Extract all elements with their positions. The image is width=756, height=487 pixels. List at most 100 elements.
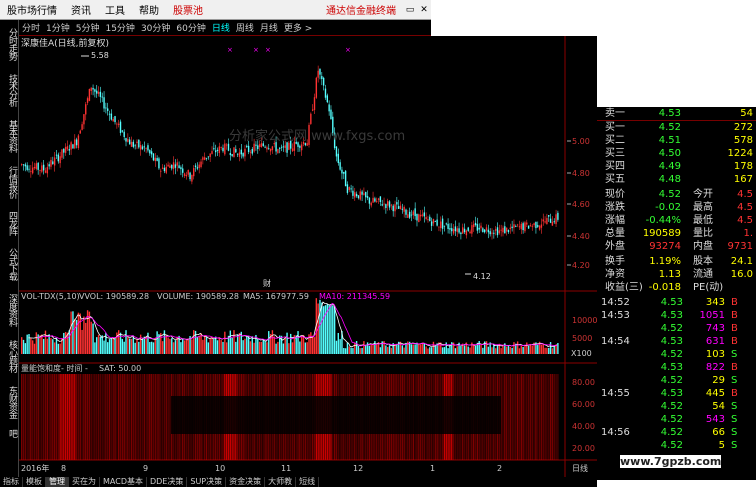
candle-body (213, 148, 215, 150)
volume-bar (542, 343, 544, 354)
candle-body (42, 164, 45, 171)
candle-body (480, 225, 482, 229)
candle-body (244, 148, 246, 157)
candle-body (440, 221, 442, 229)
period-more[interactable]: 更多 > (281, 21, 315, 34)
tab-indicator[interactable]: 指标 (0, 477, 23, 487)
menu-item-stock-pool[interactable]: 股票池 (166, 2, 210, 17)
candle-body (154, 157, 156, 162)
tab-four-dragons[interactable]: 四龙阵 (1, 206, 17, 240)
candle-body (279, 148, 281, 149)
menu-item-help[interactable]: 帮助 (132, 2, 166, 17)
period-weekly[interactable]: 周线 (233, 21, 257, 34)
candle-body (238, 152, 241, 157)
period-monthly[interactable]: 月线 (257, 21, 281, 34)
tab-bar[interactable]: 吧 (1, 426, 17, 440)
volume-bar (277, 341, 279, 354)
volume-bar (31, 340, 34, 354)
tab-core-theme[interactable]: 核心题材 (1, 334, 17, 378)
tab-intraday[interactable]: 分时走势 (1, 22, 17, 66)
sat-bar (96, 374, 98, 460)
restore-icon[interactable]: ▭ (403, 5, 417, 15)
menu-item-tools[interactable]: 工具 (98, 2, 132, 17)
tab-dde[interactable]: DDE决策 (147, 477, 188, 487)
candle-body (405, 209, 407, 215)
tick-price: 4.53 (660, 362, 683, 373)
tab-buy[interactable]: 买在为 (69, 477, 100, 487)
candle-body (59, 156, 61, 164)
chart-area[interactable]: 深康佳A(日线,前复权) 5.00 4.80 4.60 4.40 4.20 × ×… (19, 36, 597, 480)
volume-bar (225, 342, 228, 354)
tab-capital[interactable]: 东财资金 (1, 380, 17, 424)
menu-item-market[interactable]: 股市场行情 (0, 2, 64, 17)
volume-bar (117, 330, 120, 354)
period-daily[interactable]: 日线 (209, 21, 233, 34)
sat-bar (557, 374, 559, 460)
quote-value: 93274 (649, 241, 681, 252)
period-intraday[interactable]: 分时 (19, 21, 43, 34)
stat-value: 1.19% (649, 256, 681, 267)
tab-master[interactable]: 大师教 (265, 477, 297, 487)
period-5min[interactable]: 5分钟 (73, 21, 103, 34)
candle-body (53, 157, 56, 166)
candle-body (242, 153, 244, 157)
tab-formula-download[interactable]: 公式下载 (1, 242, 17, 286)
candle-body (498, 230, 501, 234)
volume-bar (423, 342, 425, 354)
candle-body (198, 164, 200, 168)
tab-deep-data[interactable]: 深度资料 (1, 288, 17, 332)
volume-bar (161, 341, 164, 354)
sat-bar (112, 374, 114, 460)
tab-quotes[interactable]: 行情报价 (1, 160, 17, 204)
sat-bars (21, 374, 559, 460)
tab-short-term[interactable]: 短线 (296, 477, 320, 487)
sat-bar (533, 374, 535, 460)
volume-bar (520, 345, 522, 354)
period-30min[interactable]: 30分钟 (138, 21, 173, 34)
period-15min[interactable]: 15分钟 (102, 21, 137, 34)
order-label: 买一 (605, 122, 625, 133)
candle-body (357, 195, 360, 199)
order-label: 卖一 (605, 108, 625, 119)
tab-sup[interactable]: SUP决策 (187, 477, 227, 487)
stat-row: 收益(三) -0.018 PE(动) (597, 281, 756, 294)
tab-macd[interactable]: MACD基本 (100, 477, 147, 487)
tick-volume: 54 (712, 401, 725, 412)
candle-body (370, 202, 372, 206)
tab-manage[interactable]: 管理 (46, 477, 69, 487)
volume-bar (193, 330, 195, 354)
sat-bar (526, 374, 528, 460)
volume-bar (290, 333, 292, 354)
volume-bar (42, 338, 45, 354)
quote-row: 现价 4.52 今开 4.5 (597, 188, 756, 201)
volume-bar (242, 340, 244, 354)
tab-capital-decision[interactable]: 资金决策 (226, 477, 266, 487)
candle-body (178, 165, 180, 169)
candle-body (337, 153, 339, 163)
period-1min[interactable]: 1分钟 (43, 21, 73, 34)
candle-body (105, 107, 107, 109)
tab-technical[interactable]: 技术分析 (1, 68, 17, 112)
candle-body (280, 146, 283, 148)
tick-volume: 343 (705, 297, 725, 308)
order-price: 4.53 (658, 108, 681, 119)
tab-fundamentals[interactable]: 基本资料 (1, 114, 17, 158)
sat-bar (35, 374, 38, 460)
tick-price: 4.52 (660, 349, 683, 360)
volume-bar (531, 345, 533, 354)
tab-template[interactable]: 模板 (23, 477, 46, 487)
candle-body (236, 153, 239, 155)
quote-value: -0.02 (655, 202, 681, 213)
period-60min[interactable]: 60分钟 (173, 21, 208, 34)
tick-side: S (731, 427, 738, 438)
volume-bar (306, 342, 308, 354)
candle-body (46, 167, 49, 174)
volume-bar (372, 344, 374, 354)
candle-body (403, 206, 405, 212)
candle-body (390, 204, 393, 206)
sat-bar (97, 374, 100, 460)
menu-item-news[interactable]: 资讯 (64, 2, 98, 17)
candle-body (524, 222, 526, 232)
candle-body (317, 70, 319, 78)
close-icon[interactable]: ✕ (417, 5, 431, 15)
